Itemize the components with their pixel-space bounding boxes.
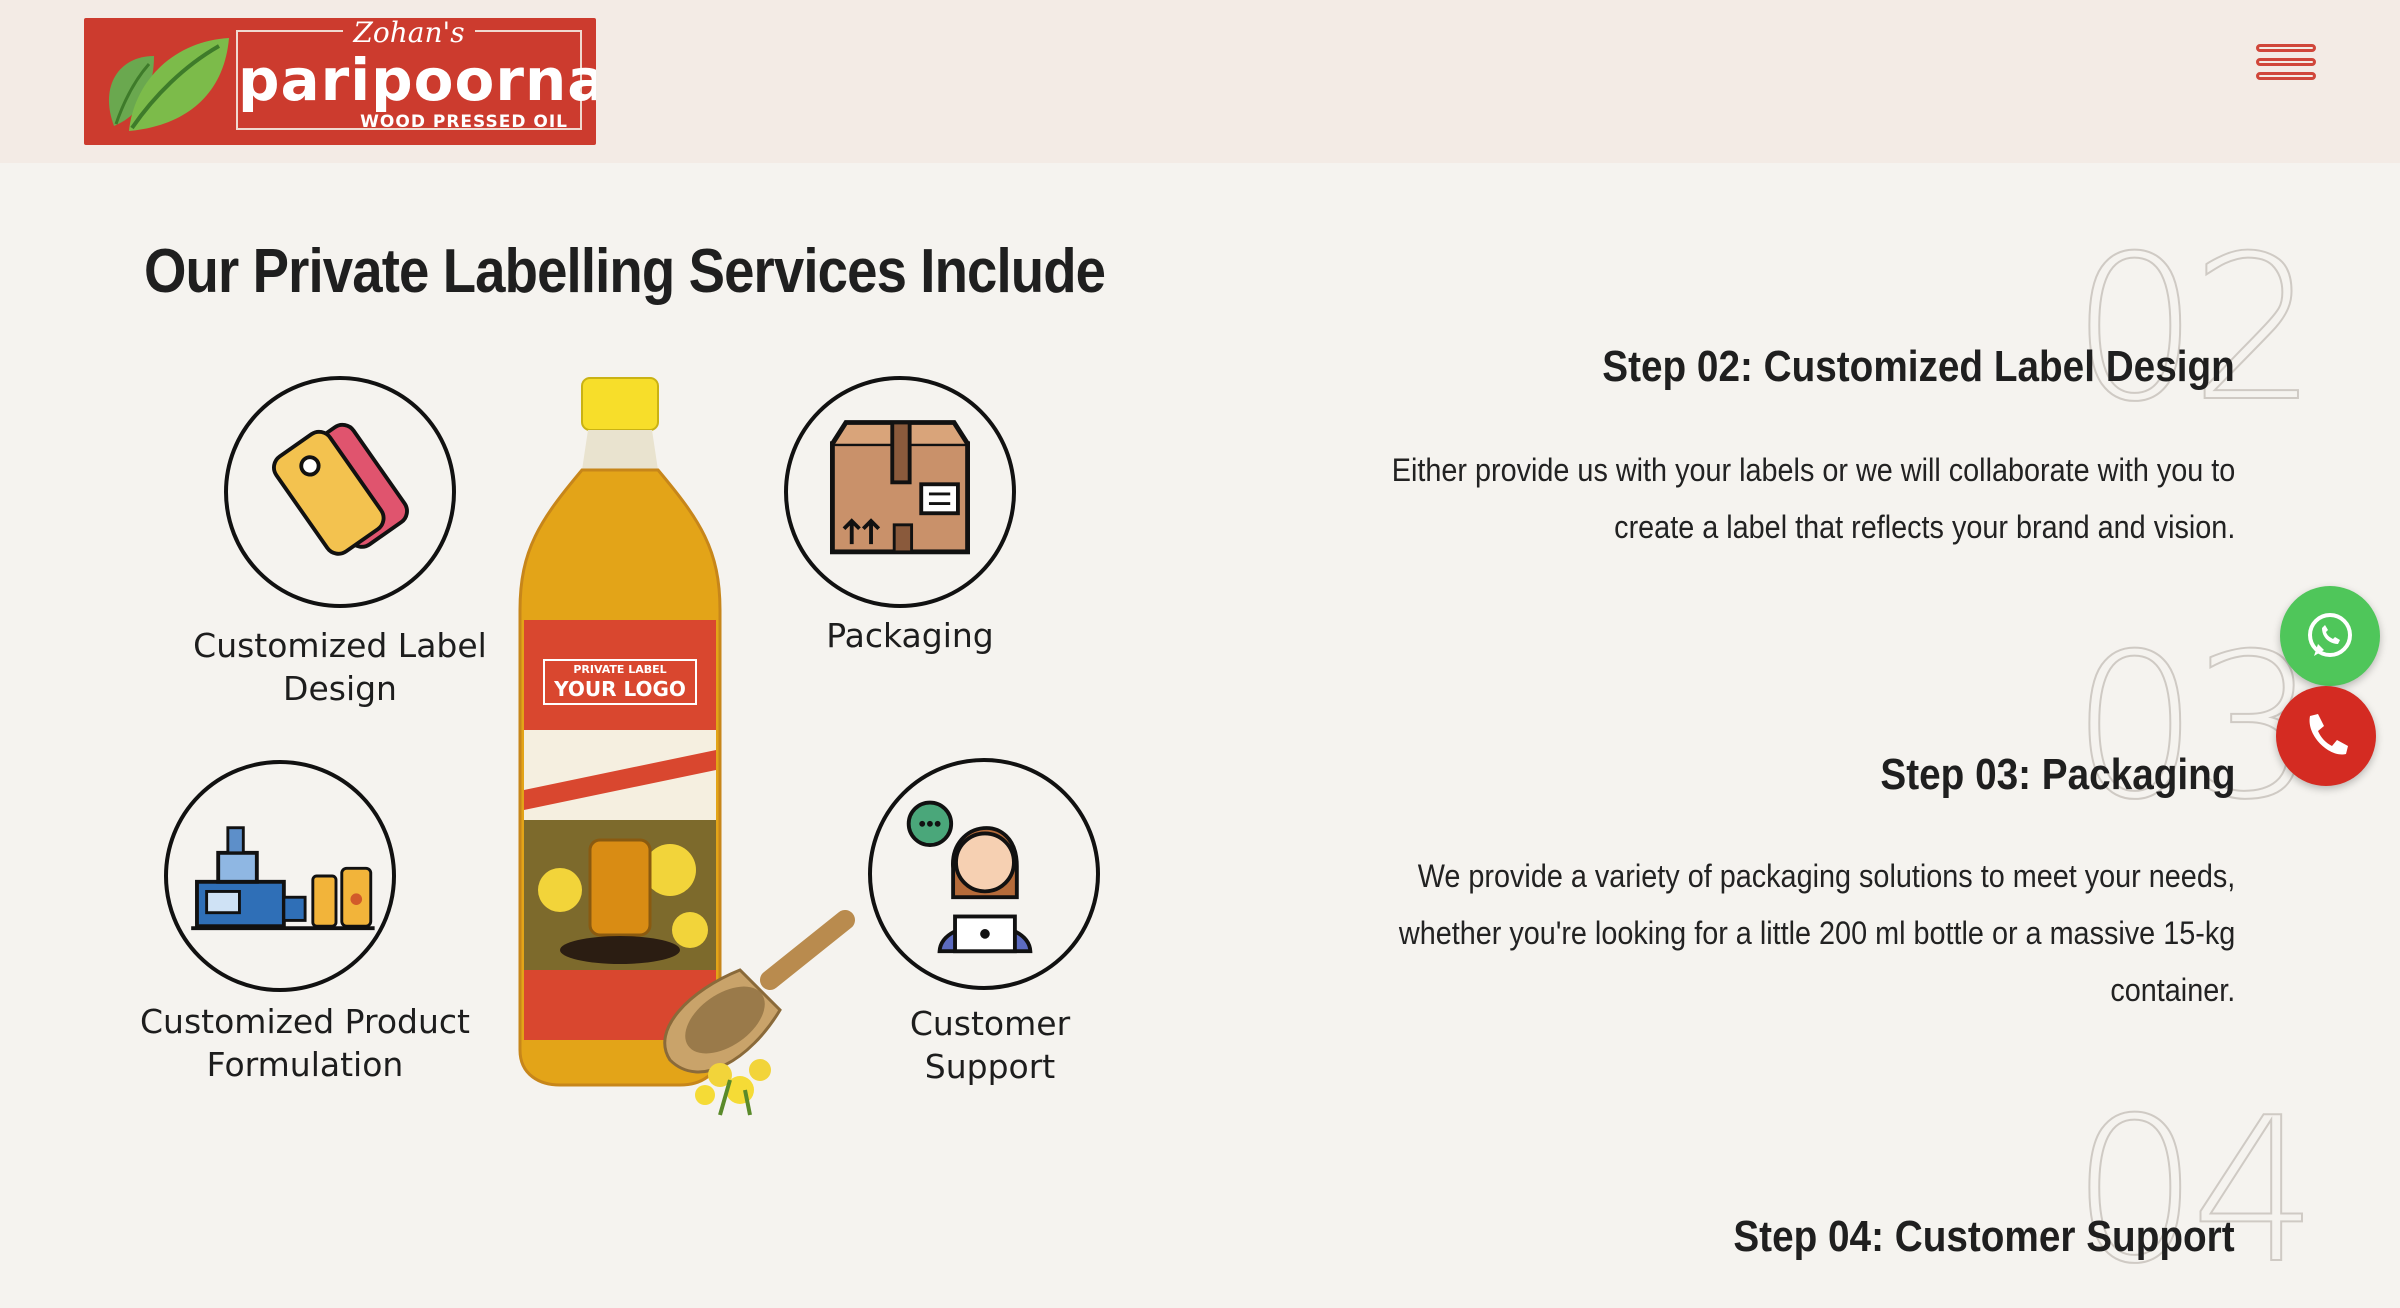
logo-tagline: WOOD PRESSED OIL [360,112,568,132]
service-label-customer-support: Customer Support [909,1004,1071,1086]
bottle-label-big: YOUR LOGO [553,677,686,701]
mustard-seed-scoop-image [663,910,855,1116]
menu-bar [2256,44,2316,52]
step-title-03: Step 03: Packaging [1879,750,2235,799]
logo-frame: Zohan's paripoorna WOOD PRESSED OIL [236,18,596,132]
step-title-04: Step 04: Customer Support [1733,1212,2235,1261]
step-title-02: Step 02: Customized Label Design [1602,342,2235,391]
hamburger-menu-icon[interactable] [2256,44,2316,98]
step-desc-line: whether you're looking for a little 200 … [1398,915,2235,951]
service-label-label-design: Customized Label Design [193,626,487,708]
step-desc-03: We provide a variety of packaging soluti… [1399,848,2235,1019]
whatsapp-button[interactable] [2280,586,2380,686]
menu-bar [2256,58,2316,66]
step-number-04: 04 [2071,1075,2319,1308]
service-label-packaging: Packaging [826,616,994,655]
site-header: Zohan's paripoorna WOOD PRESSED OIL [0,0,2400,163]
step-desc-02: Either provide us with your labels or we… [1391,442,2235,556]
price-tag-icon [224,376,456,608]
service-label-product-formulation: Customized Product Formulation [140,1002,470,1084]
brand-logo[interactable]: Zohan's paripoorna WOOD PRESSED OIL [84,18,596,145]
logo-script-text: Zohan's [343,18,475,49]
section-title: Our Private Labelling Services Include [144,237,1106,306]
leaf-logo-icon [108,38,229,131]
box-icon [784,376,1016,608]
step-desc-line: create a label that reflects your brand … [1613,509,2235,545]
step-desc-line: Either provide us with your labels or we… [1391,452,2235,488]
step-number-02: 02 [2071,213,2319,446]
logo-brand-text: paripoorna [238,46,596,114]
bottle-label-small: PRIVATE LABEL [573,663,666,676]
phone-button[interactable] [2276,686,2376,786]
phone-icon [2309,714,2348,755]
support-agent-icon [868,758,1100,990]
menu-bar [2256,72,2316,80]
step-desc-line: container. [2110,972,2235,1008]
machine-icon [164,760,396,992]
whatsapp-icon [2308,613,2352,657]
step-desc-line: We provide a variety of packaging soluti… [1417,858,2235,894]
